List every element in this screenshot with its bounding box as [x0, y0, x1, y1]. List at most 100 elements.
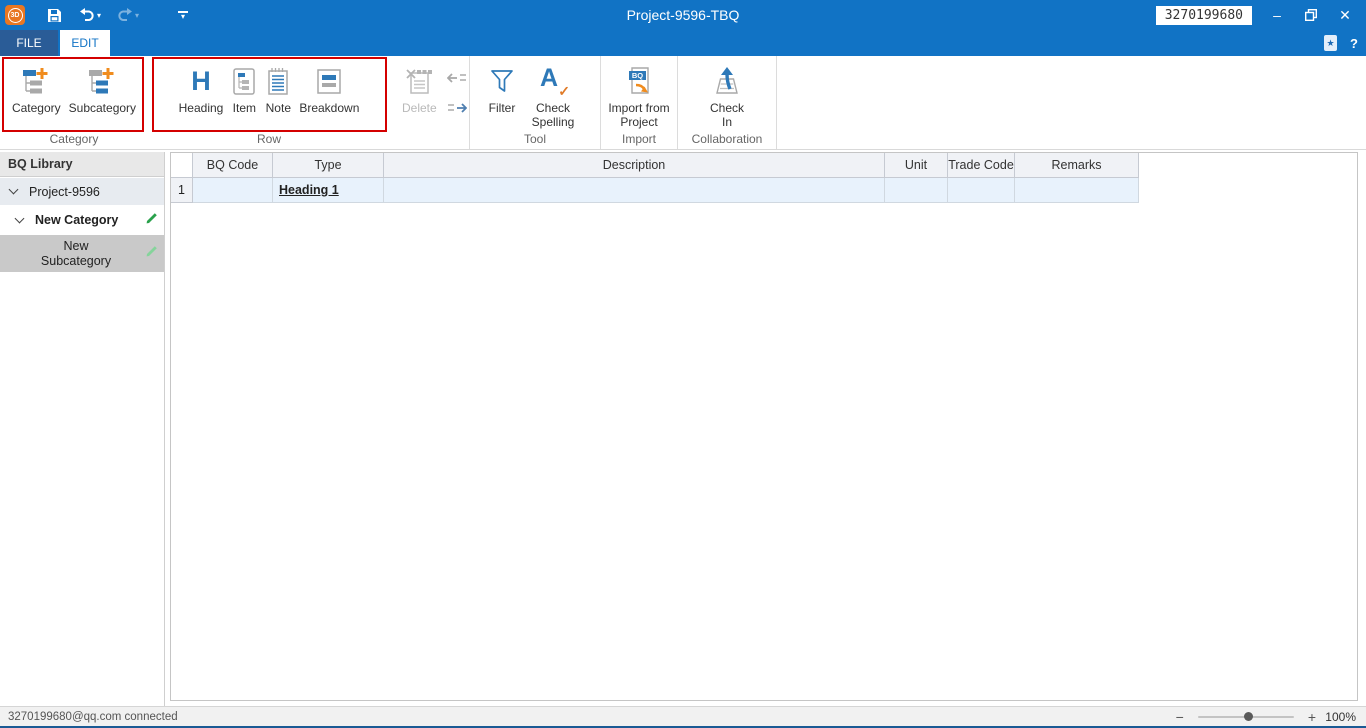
save-icon — [47, 8, 62, 23]
cell-trade-code[interactable] — [948, 178, 1015, 203]
tab-file[interactable]: FILE — [0, 30, 58, 56]
ribbon-group-tool: Filter A ✓ Check Spelling Tool — [470, 56, 601, 149]
check-spelling-button-label: Check Spelling — [524, 101, 582, 129]
indent-icon — [447, 101, 467, 115]
tabrow-right: ★ ? — [1324, 30, 1358, 56]
help-button[interactable]: ? — [1350, 36, 1358, 51]
ribbon-group-import: BQ Import from Project Import — [601, 56, 678, 149]
level-buttons — [447, 71, 467, 115]
redo-dropdown-caret[interactable]: ▾ — [135, 11, 139, 20]
edit-pencil-icon[interactable] — [144, 245, 158, 262]
item-icon — [231, 61, 257, 101]
row-number-cell[interactable]: 1 — [171, 178, 193, 203]
tree-item-project-label: Project-9596 — [29, 185, 100, 199]
undo-icon — [79, 8, 95, 22]
redo-icon — [117, 8, 133, 22]
column-header-remarks[interactable]: Remarks — [1015, 153, 1139, 178]
breakdown-button-label: Breakdown — [299, 101, 359, 115]
column-header-description[interactable]: Description — [384, 153, 885, 178]
save-button[interactable] — [41, 0, 67, 30]
quick-access-toolbar: 3D ▾ ▾ — [0, 0, 195, 30]
check-spelling-button[interactable]: A ✓ Check Spelling — [524, 61, 582, 129]
outdent-icon — [447, 71, 467, 85]
heading-icon: H — [191, 61, 211, 101]
indent-button[interactable] — [447, 101, 467, 115]
cell-type[interactable]: Heading 1 — [273, 178, 384, 203]
delete-button-label: Delete — [402, 101, 437, 115]
delete-icon — [404, 61, 434, 101]
tab-edit[interactable]: EDIT — [60, 30, 110, 56]
column-header-unit[interactable]: Unit — [885, 153, 948, 178]
import-from-project-icon: BQ — [624, 61, 654, 101]
edit-pencil-icon[interactable] — [144, 212, 158, 229]
restore-icon — [1305, 9, 1317, 21]
item-button-label: Item — [233, 101, 256, 115]
category-button-label: Category — [12, 101, 61, 115]
note-button-label: Note — [266, 101, 291, 115]
import-from-project-button-label: Import from Project — [603, 101, 675, 129]
cell-bq-code[interactable] — [193, 178, 273, 203]
restore-button[interactable] — [1294, 0, 1328, 30]
zoom-slider[interactable] — [1198, 716, 1294, 718]
chevron-down-icon: ▾ — [181, 14, 185, 20]
item-button[interactable]: Item — [231, 61, 257, 115]
ribbon-group-collaboration: Check In Collaboration — [678, 56, 777, 149]
outdent-button[interactable] — [447, 71, 467, 85]
window-title: Project-9596-TBQ — [300, 0, 1066, 30]
delete-button[interactable]: Delete — [402, 61, 437, 115]
tree-item-project[interactable]: Project-9596 — [0, 178, 164, 205]
chevron-down-icon[interactable] — [15, 213, 25, 223]
zoom-out-button[interactable]: − — [1172, 709, 1188, 725]
redo-button[interactable]: ▾ — [113, 0, 143, 30]
cell-description[interactable] — [384, 178, 885, 203]
undo-button[interactable]: ▾ — [75, 0, 105, 30]
heading-button[interactable]: H Heading — [179, 61, 224, 115]
titlebar: 3D ▾ ▾ — [0, 0, 1366, 30]
filter-button-label: Filter — [489, 101, 516, 115]
customize-quick-access-button[interactable]: ▾ — [171, 0, 195, 30]
subcategory-icon — [87, 61, 117, 101]
menu-tab-bar: FILE EDIT ★ ? — [0, 30, 1366, 56]
bq-library-panel: BQ Library Project-9596 New Category New… — [0, 152, 165, 707]
group-label-collaboration: Collaboration — [678, 133, 776, 149]
group-label-import: Import — [601, 133, 677, 149]
bookmark-icon[interactable]: ★ — [1324, 35, 1337, 51]
ribbon-group-row: H Heading Item — [148, 56, 390, 149]
note-icon — [265, 61, 291, 101]
filter-button[interactable]: Filter — [488, 61, 516, 115]
tree-item-new-category[interactable]: New Category — [0, 206, 164, 234]
tree-item-new-subcategory[interactable]: New Subcategory — [0, 235, 164, 272]
group-label-row: Row — [148, 133, 390, 149]
category-button[interactable]: Category — [12, 61, 61, 115]
subcategory-button-label: Subcategory — [69, 101, 136, 115]
account-id-box[interactable]: 3270199680 — [1156, 6, 1252, 25]
column-header-trade-code[interactable]: Trade Code — [948, 153, 1015, 178]
column-header-type[interactable]: Type — [273, 153, 384, 178]
cell-unit[interactable] — [885, 178, 948, 203]
breakdown-icon — [315, 61, 343, 101]
heading-button-label: Heading — [179, 101, 224, 115]
subcategory-button[interactable]: Subcategory — [69, 61, 136, 115]
minimize-button[interactable]: – — [1260, 0, 1294, 30]
note-button[interactable]: Note — [265, 61, 291, 115]
category-icon — [21, 61, 51, 101]
zoom-controls: − + 100% — [1172, 709, 1366, 725]
zoom-in-button[interactable]: + — [1304, 709, 1320, 725]
zoom-slider-knob[interactable] — [1244, 712, 1253, 721]
filter-icon — [488, 61, 516, 101]
zoom-level: 100% — [1320, 710, 1356, 724]
breakdown-button[interactable]: Breakdown — [299, 61, 359, 115]
chevron-down-icon[interactable] — [9, 185, 19, 195]
check-in-icon — [712, 61, 742, 101]
group-label-category: Category — [0, 133, 148, 149]
table-header-row: BQ Code Type Description Unit Trade Code… — [171, 153, 1357, 178]
check-in-button[interactable]: Check In — [705, 61, 749, 129]
import-from-project-button[interactable]: BQ Import from Project — [603, 61, 675, 129]
tree-item-new-subcategory-label: New Subcategory — [28, 239, 124, 269]
column-header-bq-code[interactable]: BQ Code — [193, 153, 273, 178]
undo-dropdown-caret[interactable]: ▾ — [97, 11, 101, 20]
cell-remarks[interactable] — [1015, 178, 1139, 203]
titlebar-right: 3270199680 – ✕ — [1156, 0, 1362, 30]
close-button[interactable]: ✕ — [1328, 0, 1362, 30]
check-in-button-label: Check In — [705, 101, 749, 129]
